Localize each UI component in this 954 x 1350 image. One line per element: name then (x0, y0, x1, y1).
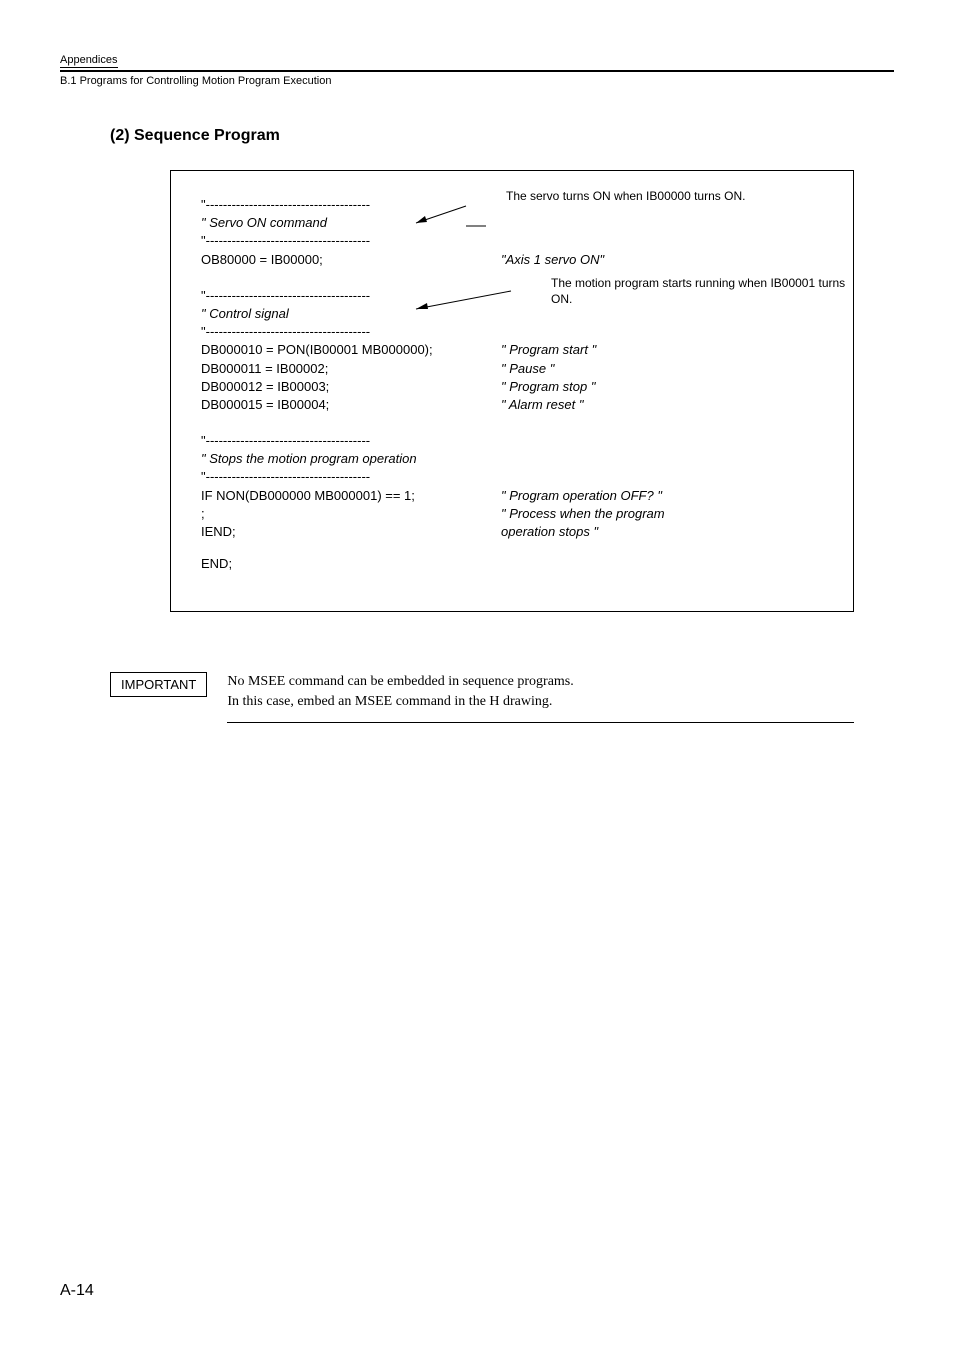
important-text: No MSEE command can be embedded in seque… (227, 672, 854, 722)
code-left: DB000012 = IB00003; (201, 378, 501, 396)
dash-line: "-------------------------------------- (201, 323, 823, 341)
block2-label: " Control signal (201, 305, 823, 323)
code-row: ; " Process when the program (201, 505, 823, 523)
code-left: OB80000 = IB00000; (201, 251, 501, 269)
code-row: IF NON(DB000000 MB000001) == 1; " Progra… (201, 487, 823, 505)
code-right: " Process when the program (501, 505, 823, 523)
appendix-label: Appendices (60, 54, 118, 68)
code-block-3: "-------------------------------------- … (201, 432, 823, 573)
code-left: DB000010 = PON(IB00001 MB000000); (201, 341, 501, 359)
section-heading: (2) Sequence Program (110, 127, 894, 145)
important-line2: In this case, embed an MSEE command in t… (227, 692, 854, 712)
code-right: " Alarm reset " (501, 396, 823, 414)
block3-label: " Stops the motion program operation (201, 450, 823, 468)
code-right: " Program operation OFF? " (501, 487, 823, 505)
code-row: DB000010 = PON(IB00001 MB000000); " Prog… (201, 341, 823, 359)
code-left: IEND; (201, 523, 501, 541)
code-box: The servo turns ON when IB00000 turns ON… (170, 170, 854, 612)
code-right: " Program stop " (501, 378, 823, 396)
code-block-1: "-------------------------------------- … (201, 196, 823, 269)
callout-servo-on: The servo turns ON when IB00000 turns ON… (506, 189, 745, 205)
code-left: DB000011 = IB00002; (201, 360, 501, 378)
important-label: IMPORTANT (110, 672, 207, 697)
code-row: DB000015 = IB00004; " Alarm reset " (201, 396, 823, 414)
code-right: "Axis 1 servo ON" (501, 251, 823, 269)
code-left: DB000015 = IB00004; (201, 396, 501, 414)
page-number: A-14 (60, 1282, 94, 1300)
block1-label: " Servo ON command (201, 214, 823, 232)
code-row: IEND; operation stops " (201, 523, 823, 541)
important-section: IMPORTANT No MSEE command can be embedde… (110, 672, 894, 722)
code-left: IF NON(DB000000 MB000001) == 1; (201, 487, 501, 505)
dash-line: "-------------------------------------- (201, 468, 823, 486)
important-line1: No MSEE command can be embedded in seque… (227, 672, 854, 692)
code-right: operation stops " (501, 523, 823, 541)
page-header: Appendices B.1 Programs for Controlling … (60, 50, 894, 87)
code-right: " Pause " (501, 360, 823, 378)
section-path: B.1 Programs for Controlling Motion Prog… (60, 75, 894, 87)
dash-line: "-------------------------------------- (201, 232, 823, 250)
header-rule (60, 70, 894, 72)
code-left: ; (201, 505, 501, 523)
end-statement: END; (201, 555, 823, 573)
dash-line: "-------------------------------------- (201, 432, 823, 450)
code-right: " Program start " (501, 341, 823, 359)
code-row: OB80000 = IB00000; "Axis 1 servo ON" (201, 251, 823, 269)
code-row: DB000011 = IB00002; " Pause " (201, 360, 823, 378)
callout-control-signal: The motion program starts running when I… (551, 276, 853, 307)
code-row: DB000012 = IB00003; " Program stop " (201, 378, 823, 396)
